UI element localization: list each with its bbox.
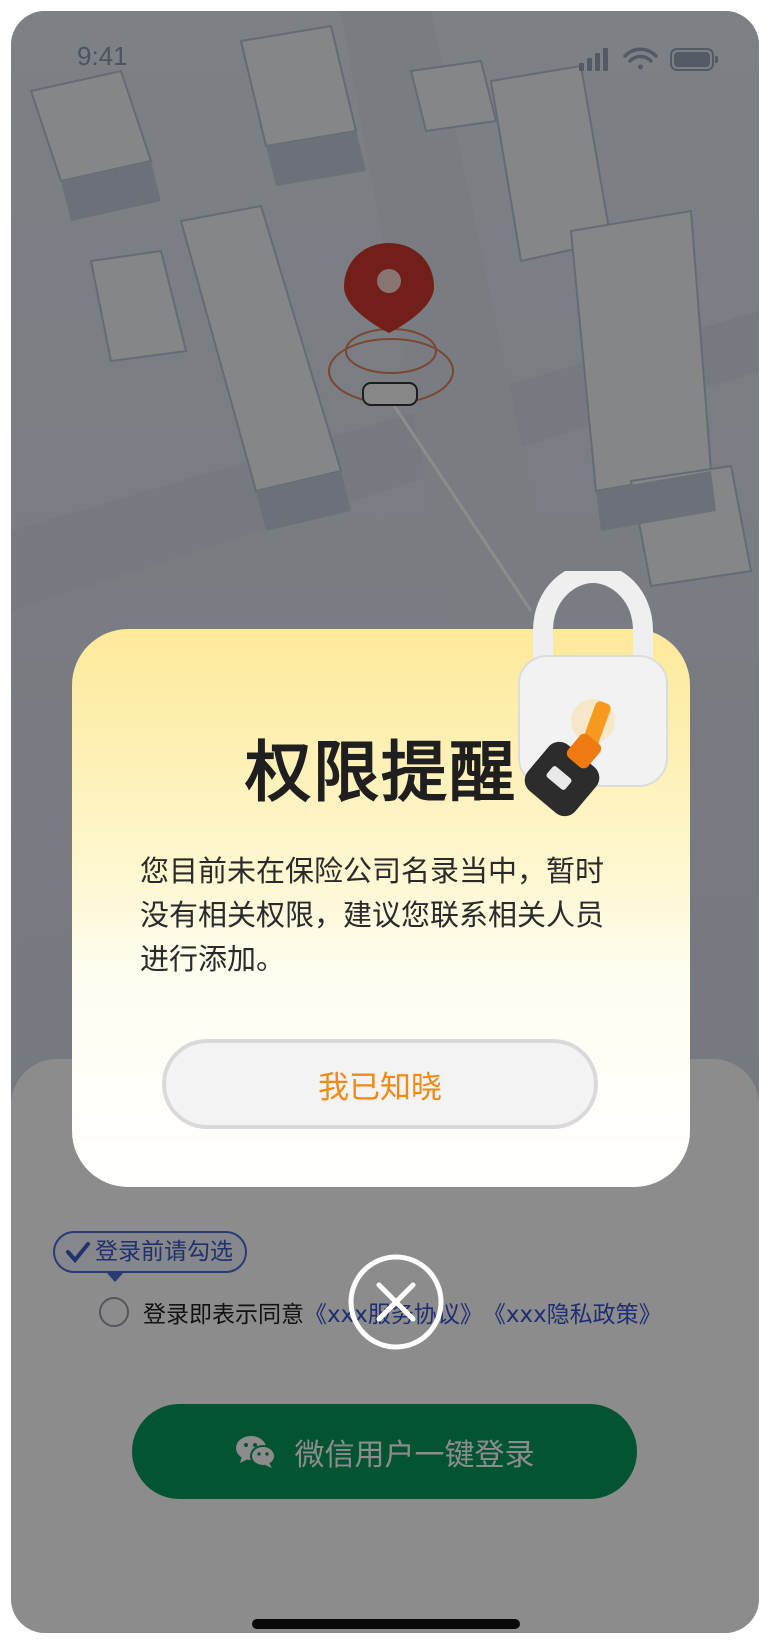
acknowledge-button[interactable]: 我已知晓 — [162, 1039, 598, 1129]
lock-key-illustration — [518, 571, 668, 817]
dialog-message: 您目前未在保险公司名录当中，暂时没有相关权限，建议您联系相关人员进行添加。 — [140, 854, 605, 976]
close-icon[interactable] — [345, 1251, 447, 1353]
phone-screen: 9:41 登录前请勾选 登录即表示同意 《xxx服务协议》 《xxx隐私政策》 … — [11, 11, 759, 1633]
